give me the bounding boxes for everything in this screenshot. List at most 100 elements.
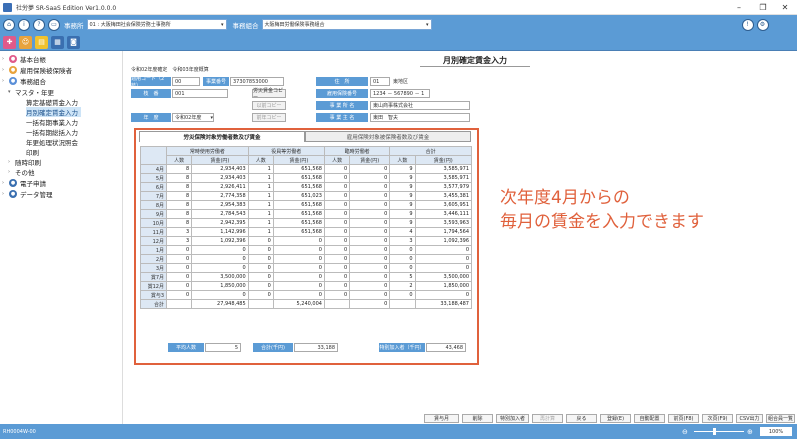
chevron-right-icon[interactable]: ›	[8, 159, 14, 165]
owner-field[interactable]: 東田 智夫	[370, 113, 470, 122]
grid-cell[interactable]: 0	[165, 254, 193, 264]
sidebar-item-11[interactable]: › その他	[8, 167, 38, 177]
window-icon[interactable]: ▭	[48, 18, 60, 31]
grid-cell[interactable]: 0	[272, 290, 325, 300]
grid-cell[interactable]: 8	[165, 209, 193, 219]
grid-cell[interactable]: 0	[349, 209, 391, 219]
zoom-handle[interactable]	[713, 428, 716, 435]
grid-cell[interactable]: 0	[247, 281, 274, 291]
grid-cell[interactable]: 1,142,996	[191, 227, 249, 237]
grid-cell[interactable]: 0	[272, 254, 325, 264]
grid-cell[interactable]: 0	[247, 272, 274, 282]
grid-cell[interactable]: 0	[247, 254, 274, 264]
settings-icon[interactable]: ⚙	[756, 18, 769, 31]
grid-cell[interactable]: 8	[165, 191, 193, 201]
copy-button[interactable]: 労災賃金コピー	[252, 88, 286, 101]
grid-cell[interactable]: 0	[349, 191, 391, 201]
employer-no-field[interactable]: 37307853000	[230, 77, 284, 86]
tab-rousai[interactable]: 労災保険対象労働者数及び賃金	[139, 131, 305, 142]
maximize-icon[interactable]: ❐	[751, 0, 775, 15]
sidebar-item-1[interactable]: › ● 雇用保険被保険者	[2, 65, 75, 75]
bottom-button-8[interactable]: 次頁(F9)	[702, 414, 733, 423]
alert-icon[interactable]: !	[741, 18, 754, 31]
grid-cell[interactable]: 0	[272, 281, 325, 291]
bottom-button-3[interactable]: 再計算	[532, 414, 563, 423]
grid-cell[interactable]: 0	[323, 227, 351, 237]
grid-cell[interactable]: 651,568	[272, 227, 325, 237]
grid-cell[interactable]: 2,926,411	[191, 182, 249, 192]
grid-cell[interactable]: 0	[165, 263, 193, 273]
minimize-icon[interactable]: –	[727, 0, 751, 15]
grid-cell[interactable]: 0	[272, 272, 325, 282]
grid-cell[interactable]: 0	[349, 254, 391, 264]
bottom-button-4[interactable]: 戻る	[566, 414, 597, 423]
bottom-button-0[interactable]: 賃与月	[424, 414, 459, 423]
sidebar-item-10[interactable]: › 随時印刷	[8, 157, 44, 167]
grid-cell[interactable]: 3	[165, 227, 193, 237]
chevron-right-icon[interactable]: ›	[2, 180, 8, 186]
grid-cell[interactable]: 0	[247, 263, 274, 273]
company-field[interactable]: 東山商事株式会社	[370, 101, 470, 110]
sidebar-item-12[interactable]: › ● 電子申請	[2, 178, 49, 188]
grid-cell[interactable]: 651,568	[272, 218, 325, 228]
grid-cell[interactable]: 2,942,395	[191, 218, 249, 228]
sidebar-item-3[interactable]: ▾ マスタ・年更	[8, 87, 57, 97]
grid-cell[interactable]: 3,500,000	[191, 272, 249, 282]
grid-cell[interactable]: 0	[165, 245, 193, 255]
grid-cell[interactable]: 1	[247, 182, 274, 192]
grid-cell[interactable]: 0	[247, 290, 274, 300]
document-icon[interactable]: ▤	[35, 35, 48, 49]
bottom-button-5[interactable]: 登録(E)	[600, 414, 631, 423]
grid-cell[interactable]: 2,934,403	[191, 173, 249, 183]
grid-cell[interactable]: 1,850,000	[191, 281, 249, 291]
prev-copy-button[interactable]: 以前コピー	[252, 101, 286, 110]
office-select[interactable]: 01 : 大阪梅田社会保険労務士事務所 ▾	[86, 19, 227, 30]
grid-cell[interactable]: 0	[323, 272, 351, 282]
grid-cell[interactable]: 0	[191, 254, 249, 264]
grid-cell[interactable]: 651,568	[272, 209, 325, 219]
grid-cell[interactable]: 0	[323, 191, 351, 201]
sidebar-item-8[interactable]: 年更処理状況照会	[26, 137, 81, 147]
grid-cell[interactable]: 8	[165, 164, 193, 174]
grid-cell[interactable]: 0	[349, 281, 391, 291]
calendar-icon[interactable]: ▦	[51, 35, 64, 49]
pref-code-field[interactable]: 01	[370, 77, 390, 86]
grid-cell[interactable]: 0	[349, 290, 391, 300]
chevron-right-icon[interactable]: ›	[2, 56, 8, 62]
sidebar-item-0[interactable]: › ● 基本台帳	[2, 54, 49, 64]
grid-cell[interactable]: 651,568	[272, 173, 325, 183]
grid-cell[interactable]: 0	[323, 263, 351, 273]
grid-cell[interactable]: 0	[191, 245, 249, 255]
chevron-down-icon[interactable]: ▾	[8, 89, 14, 95]
grid-cell[interactable]: 0	[349, 182, 391, 192]
grid-cell[interactable]: 651,568	[272, 164, 325, 174]
bottom-button-9[interactable]: CSV出力	[736, 414, 763, 423]
bottom-button-10[interactable]: 組合員一覧	[766, 414, 795, 423]
sidebar-item-4[interactable]: 算定基礎賃金入力	[26, 97, 81, 107]
help-icon[interactable]: ?	[33, 18, 45, 31]
chevron-right-icon[interactable]: ›	[2, 67, 8, 73]
grid-cell[interactable]: 651,023	[272, 191, 325, 201]
grid-cell[interactable]: 0	[323, 290, 351, 300]
sidebar-item-6[interactable]: 一括有期事業入力	[26, 117, 81, 127]
register-icon[interactable]: ✚	[3, 35, 16, 49]
chevron-right-icon[interactable]: ›	[2, 191, 8, 197]
grid-cell[interactable]: 0	[323, 164, 351, 174]
camera-icon[interactable]: ◙	[67, 35, 80, 49]
union-select[interactable]: 大阪梅田労働保険事務組合 ▾	[261, 19, 432, 30]
tab-koyou[interactable]: 雇用保険対象被保険者数及び賃金	[305, 131, 471, 142]
bottom-button-7[interactable]: 前頁(F8)	[668, 414, 699, 423]
grid-cell[interactable]: 0	[349, 236, 391, 246]
grid-cell[interactable]: 0	[272, 245, 325, 255]
branch-field[interactable]: 001	[172, 89, 228, 98]
grid-cell[interactable]: 1	[247, 173, 274, 183]
grid-cell[interactable]: 2,784,543	[191, 209, 249, 219]
chevron-right-icon[interactable]: ›	[2, 78, 8, 84]
sidebar-item-9[interactable]: 印刷	[26, 147, 42, 157]
grid-cell[interactable]: 1	[247, 209, 274, 219]
grid-cell[interactable]: 0	[323, 182, 351, 192]
grid-cell[interactable]: 1	[247, 191, 274, 201]
grid-cell[interactable]: 0	[349, 218, 391, 228]
grid-cell[interactable]: 0	[323, 245, 351, 255]
bottom-button-2[interactable]: 特別加入者	[496, 414, 529, 423]
